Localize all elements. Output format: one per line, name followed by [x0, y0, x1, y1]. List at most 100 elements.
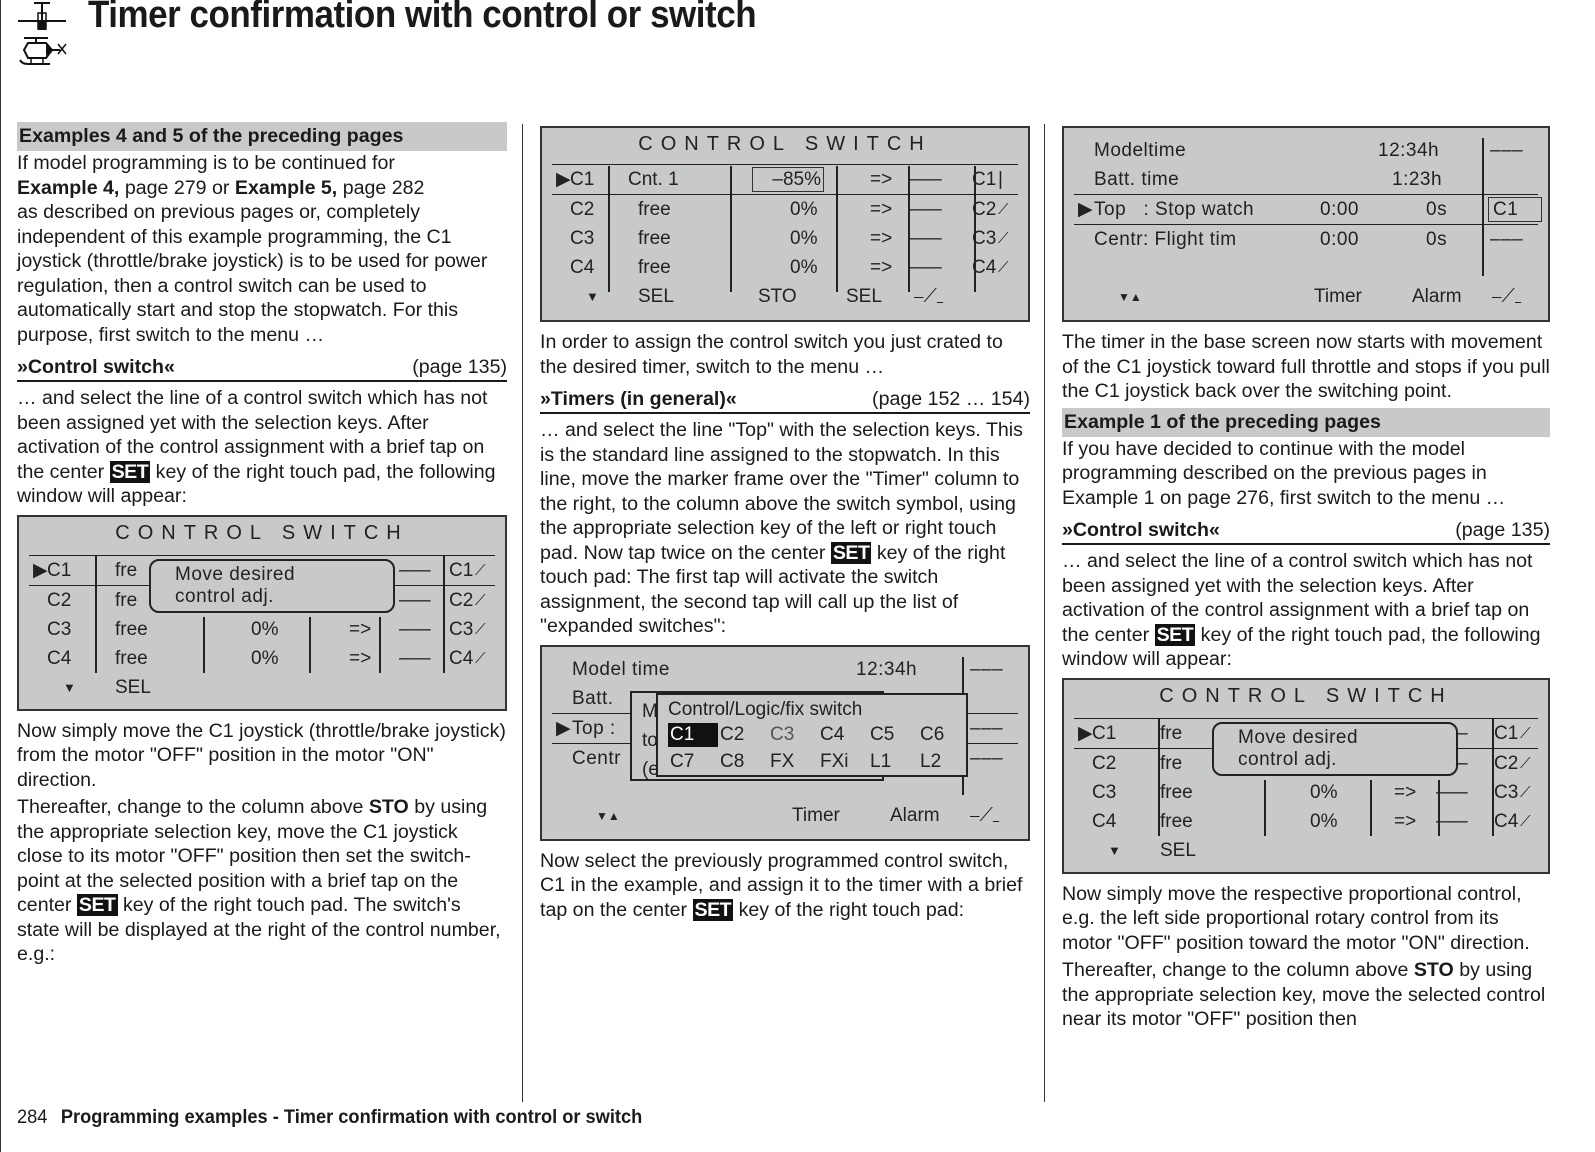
column-3: Modeltime 12:34h ––– Batt. time 1:23h ▶ …: [1062, 122, 1550, 1035]
text: Thereafter, change to the column above: [17, 796, 369, 818]
softkey-timer[interactable]: Timer: [792, 801, 840, 831]
switch-option[interactable]: C6: [918, 723, 968, 747]
row-elapsed: 0:00: [1320, 229, 1359, 250]
softkey-timer[interactable]: Timer: [1314, 282, 1362, 312]
softkey-sel[interactable]: SEL: [115, 673, 151, 703]
switch-option-selected[interactable]: C1: [668, 722, 718, 747]
row-id: C2: [47, 589, 72, 611]
row-id: C1: [1092, 722, 1117, 744]
row-switch: –––: [970, 658, 1004, 680]
softkey-sel[interactable]: SEL: [638, 282, 674, 312]
row-control: free: [1160, 810, 1193, 832]
set-key-badge: SET: [76, 894, 118, 916]
switch-option[interactable]: C7: [668, 750, 718, 774]
row-switch: –––: [1490, 140, 1524, 161]
switch-symbol-icon[interactable]: ⎯⟋₋: [970, 801, 999, 831]
row-control: free: [115, 618, 148, 640]
switch-option[interactable]: FX: [768, 750, 818, 774]
row-control: Cnt. 1: [628, 169, 679, 190]
row-elapsed: 0:00: [1320, 199, 1359, 220]
switch-option[interactable]: C4: [818, 723, 868, 747]
menu-page-ref: (page 135): [412, 356, 507, 378]
lcd-row[interactable]: Batt. time 1:23h: [1074, 165, 1538, 194]
paragraph: Now select the previously programmed con…: [540, 849, 1030, 923]
row-id: C3: [570, 228, 595, 249]
row-state: C2: [972, 199, 997, 220]
switch-symbol-icon[interactable]: ⎯⟋₋: [1492, 282, 1521, 312]
row-switch: –––: [1490, 229, 1524, 250]
lcd-row[interactable]: C3 free 0% => ––– C3 ⟋: [29, 615, 495, 644]
lcd-control-switch-screen: CONTROL SWITCH ▶ C1 fre ––– C1 ⟋ C2 fre …: [17, 514, 507, 711]
menu-page-ref: (page 152 … 154): [872, 388, 1030, 410]
row-state: C2: [449, 589, 474, 611]
lcd-row[interactable]: ▶ Top : Stop watch 0:00 0s C1: [1074, 194, 1542, 225]
paragraph: … and select the line of a control switc…: [17, 386, 507, 509]
switch-option[interactable]: C3: [768, 723, 818, 747]
lcd-row[interactable]: C4 free 0% => ––– C4 ⟋: [29, 644, 495, 673]
softkey-alarm[interactable]: Alarm: [1412, 282, 1462, 312]
paragraph: Thereafter, change to the column above S…: [1062, 958, 1550, 1032]
lcd-row[interactable]: C4 free 0% => ––– C4 ⟋: [1074, 807, 1538, 836]
paragraph: If you have decided to continue with the…: [1062, 437, 1506, 509]
scroll-up-down-icon: ▼▲: [596, 808, 620, 823]
row-switch: –––: [399, 647, 431, 669]
row-value: 0%: [251, 618, 279, 640]
row-control: free: [115, 647, 148, 669]
menu-reference: »Control switch« (page 135): [17, 355, 507, 382]
row-state: C2: [1494, 752, 1519, 774]
lcd-row[interactable]: C3 free 0% => ––– C3 ⟋: [552, 224, 1018, 253]
text: Thereafter, change to the column above: [1062, 959, 1414, 981]
lcd-title: CONTROL SWITCH: [1159, 684, 1453, 707]
popup-line: control adj.: [1238, 748, 1337, 770]
switch-option[interactable]: C8: [718, 750, 768, 774]
lcd-row[interactable]: ▶ C1 Cnt. 1 –85% => ––– C1 |: [552, 164, 1018, 195]
bold-text: Example 4,: [17, 176, 120, 199]
switch-open-icon: ⟋: [1520, 724, 1531, 742]
switch-option[interactable]: C2: [718, 723, 768, 747]
lcd-row[interactable]: C3 free 0% => ––– C3 ⟋: [1074, 778, 1538, 807]
row-switch: –––: [970, 747, 1004, 769]
set-key-badge: SET: [692, 898, 734, 921]
footer-title: Programming examples - Timer confirmatio…: [60, 1107, 643, 1128]
row-label: Centr: [572, 747, 621, 769]
paragraph: If model programming is to be continued …: [17, 151, 507, 347]
switch-open-icon: ⟋: [998, 201, 1009, 218]
move-control-popup: Move desired control adj.: [149, 558, 395, 613]
row-id: C2: [1092, 752, 1117, 774]
row-arrow: =>: [349, 647, 372, 669]
switch-option[interactable]: FXi: [818, 750, 868, 774]
text: key of the right touch pad:: [733, 898, 965, 921]
lcd-timer-switch-select-screen: Model time 12:34h ––– Batt. ▶ Top : ––– …: [540, 644, 1030, 841]
softkey-sel[interactable]: SEL: [1160, 836, 1196, 866]
switch-option[interactable]: L2: [918, 750, 968, 774]
text: page 279 or: [119, 176, 235, 199]
softkey-alarm[interactable]: Alarm: [890, 801, 940, 831]
switch-open-icon: ⟋: [475, 649, 486, 667]
lcd-control-switch-screen: CONTROL SWITCH ▶ C1 Cnt. 1 –85% => ––– C…: [540, 126, 1030, 322]
set-key-badge: SET: [1154, 623, 1196, 646]
row-control: free: [638, 257, 671, 278]
row-switch: –––: [399, 589, 431, 611]
switch-symbol-icon[interactable]: ⎯⟋₋: [914, 282, 943, 312]
softkey-sel-2[interactable]: SEL: [846, 282, 882, 312]
switch-open-icon: ⟋: [1520, 783, 1531, 801]
row-state: C4: [1494, 810, 1519, 832]
switch-open-icon: ⟋: [475, 591, 486, 609]
switch-option[interactable]: L1: [868, 750, 918, 774]
lcd-row[interactable]: Model time 12:34h –––: [552, 655, 1018, 684]
row-switch: –––: [910, 169, 942, 190]
row-selector-icon: ▶: [556, 717, 572, 739]
switch-option[interactable]: C5: [868, 723, 918, 747]
page-title: Timer confirmation with control or switc…: [88, 0, 757, 36]
scroll-down-icon: ▼: [586, 289, 599, 304]
lcd-row[interactable]: Modeltime 12:34h –––: [1074, 136, 1538, 165]
lcd-softkeys: ▼ SEL STO SEL ⎯⟋₋: [542, 282, 1028, 314]
lcd-row[interactable]: Centr: Flight tim 0:00 0s –––: [1074, 225, 1538, 254]
row-value-selected[interactable]: –85%: [752, 167, 824, 192]
lcd-row[interactable]: C4 free 0% => ––– C4 ⟋: [552, 253, 1018, 282]
row-switch-selected[interactable]: C1: [1488, 197, 1542, 222]
lcd-row[interactable]: C2 free 0% => ––– C2 ⟋: [552, 195, 1018, 224]
softkey-sto[interactable]: STO: [758, 282, 797, 312]
lcd-softkeys: ▼▲ Timer Alarm ⎯⟋₋: [542, 801, 1028, 833]
column-2: CONTROL SWITCH ▶ C1 Cnt. 1 –85% => ––– C…: [540, 122, 1030, 925]
